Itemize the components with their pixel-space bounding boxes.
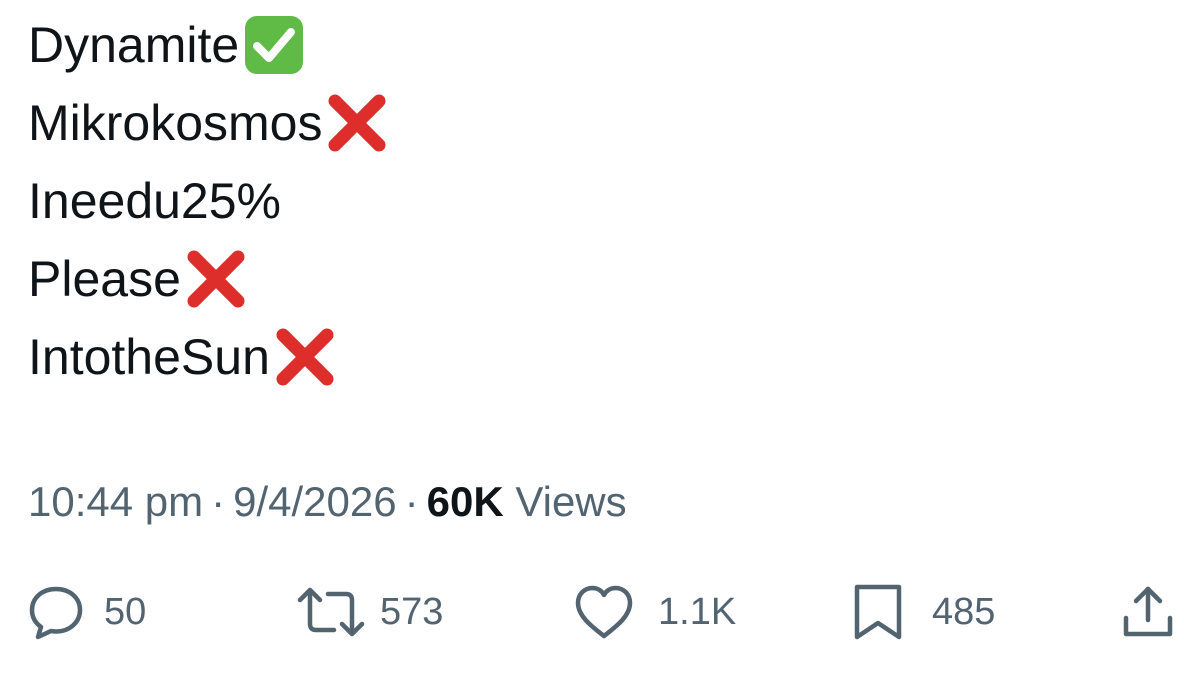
- retweet-icon: [296, 582, 366, 642]
- heart-icon: [572, 582, 636, 642]
- bookmark-icon: [850, 582, 906, 642]
- cross-mark-icon: [184, 247, 248, 311]
- tweet-text: Dynamite Mikrokosmos Ineedu25% Please In…: [28, 6, 389, 396]
- tweet-time[interactable]: 10:44 pm: [28, 478, 203, 525]
- separator: ·: [404, 478, 419, 525]
- bookmark-button[interactable]: 485: [850, 580, 995, 644]
- action-bar: 50 573 1.1K 485: [0, 580, 1184, 644]
- tweet-line-text: IntotheSun: [28, 329, 270, 385]
- tweet-line-text: Please: [28, 251, 181, 307]
- views-label: Views: [515, 478, 627, 525]
- check-mark-button-icon: [242, 13, 306, 77]
- tweet-line: IntotheSun: [28, 318, 389, 396]
- share-button[interactable]: [1118, 580, 1178, 644]
- separator: ·: [211, 478, 226, 525]
- tweet-line-text: Ineedu25%: [28, 173, 282, 229]
- tweet-date[interactable]: 9/4/2026: [233, 478, 397, 525]
- tweet-line: Dynamite: [28, 6, 389, 84]
- tweet-line-text: Dynamite: [28, 17, 240, 73]
- tweet-line: Please: [28, 240, 389, 318]
- cross-mark-icon: [273, 325, 337, 389]
- like-count: 1.1K: [658, 590, 737, 633]
- cross-mark-icon: [325, 91, 389, 155]
- tweet-metadata: 10:44 pm · 9/4/2026 · 60K Views: [28, 472, 627, 532]
- tweet-line-text: Mikrokosmos: [28, 95, 323, 151]
- retweet-count: 573: [380, 590, 444, 633]
- tweet-line: Ineedu25%: [28, 162, 389, 240]
- reply-count: 50: [104, 590, 147, 633]
- bookmark-count: 485: [932, 590, 996, 633]
- retweet-button[interactable]: 573: [296, 580, 443, 644]
- views-count[interactable]: 60K: [427, 478, 504, 525]
- reply-icon: [26, 582, 86, 642]
- tweet-line: Mikrokosmos: [28, 84, 389, 162]
- reply-button[interactable]: 50: [26, 580, 146, 644]
- like-button[interactable]: 1.1K: [572, 580, 736, 644]
- share-icon: [1118, 582, 1178, 642]
